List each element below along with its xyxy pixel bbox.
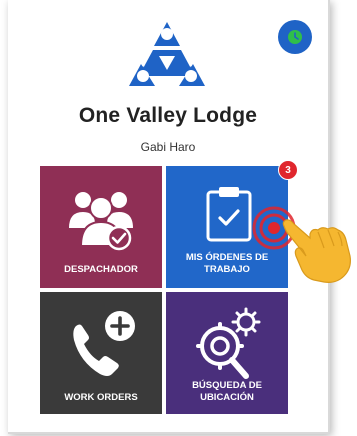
phone-plus-icon bbox=[73, 311, 135, 376]
tile-label: MIS ÓRDENES DE TRABAJO bbox=[185, 252, 269, 275]
tile-label: BÚSQUEDA DE UBICACIÓN bbox=[192, 380, 262, 403]
notification-badge: 3 bbox=[278, 160, 298, 180]
location-gear-search-icon bbox=[196, 307, 261, 379]
tile-label: WORK ORDERS bbox=[64, 392, 138, 403]
logo-icon bbox=[129, 22, 205, 86]
tile-despachador[interactable]: DESPACHADOR bbox=[40, 166, 162, 288]
tile-label: DESPACHADOR bbox=[64, 264, 138, 275]
tile-work-orders[interactable]: WORK ORDERS bbox=[40, 292, 162, 414]
pointing-hand-icon bbox=[282, 219, 351, 283]
clock-icon bbox=[288, 30, 302, 44]
users-check-icon bbox=[69, 192, 133, 251]
screen: One Valley Lodge Gabi Haro DESPACHADOR M… bbox=[0, 0, 357, 436]
tile-busqueda-de-ubicacion[interactable]: BÚSQUEDA DE UBICACIÓN bbox=[166, 292, 288, 414]
clipboard-check-icon bbox=[206, 187, 252, 242]
page-title: One Valley Lodge bbox=[78, 104, 258, 127]
user-name: Gabi Haro bbox=[140, 140, 196, 154]
status-indicator[interactable] bbox=[278, 20, 312, 54]
